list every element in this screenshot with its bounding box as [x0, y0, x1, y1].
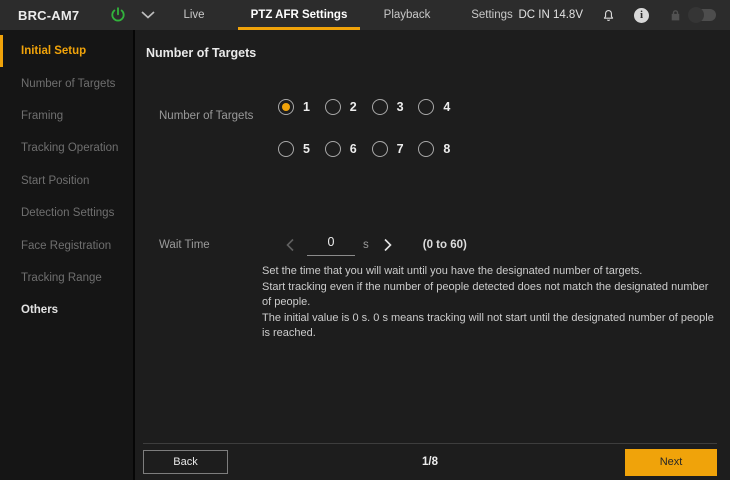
sidebar-item-start-position[interactable]: Start Position	[0, 165, 133, 197]
sidebar-item-others[interactable]: Others	[0, 294, 133, 326]
wait-time-stepper: 0 s (0 to 60)	[285, 232, 467, 258]
app-window: BRC-AM7 Live PTZ AFR Settings Playback Sett…	[0, 0, 730, 480]
section-title: Number of Targets	[146, 46, 257, 60]
toggle-knob	[688, 7, 704, 23]
radio-circle-icon	[371, 99, 388, 115]
number-of-targets-option-1[interactable]: 1	[278, 99, 325, 115]
nav-tabs: Live PTZ AFR Settings Playback Settings	[150, 0, 530, 30]
sidebar: Initial Setup Number of Targets Framing Tra…	[0, 30, 135, 480]
radio-option-label: 7	[396, 142, 404, 156]
radio-circle-icon	[371, 141, 388, 157]
radio-option-label: 2	[349, 100, 357, 114]
radio-option-label: 5	[303, 142, 310, 156]
sidebar-item-number-of-targets[interactable]: Number of Targets	[0, 67, 133, 99]
wait-time-range-note: (0 to 60)	[422, 239, 467, 251]
radio-option-label: 6	[349, 142, 357, 156]
description-line: Start tracking even if the number of peo…	[262, 280, 709, 309]
sidebar-item-tracking-operation[interactable]: Tracking Operation	[0, 132, 133, 164]
description-line: Set the time that you will wait until yo…	[262, 265, 643, 277]
device-name: BRC-AM7	[18, 7, 80, 23]
wait-time-label: Wait Time	[159, 239, 210, 251]
number-of-targets-label: Number of Targets	[159, 110, 254, 122]
sidebar-item-face-registration[interactable]: Face Registration	[0, 229, 133, 261]
radio-option-label: 8	[443, 142, 451, 156]
main-panel: Number of Targets Number of Targets 1 2 3 4…	[135, 30, 730, 480]
number-of-targets-option-6[interactable]: 6	[324, 141, 372, 157]
wait-time-value[interactable]: 0	[307, 235, 355, 256]
sidebar-item-initial-setup[interactable]: Initial Setup	[0, 35, 133, 68]
radio-circle-icon	[278, 141, 294, 157]
number-of-targets-option-5[interactable]: 5	[278, 141, 325, 157]
page-indicator: 1/8	[422, 456, 438, 468]
radio-option-label: 3	[396, 100, 404, 114]
lock-icon	[669, 8, 682, 22]
radio-circle-icon	[324, 141, 341, 157]
wait-time-description: Set the time that you will wait until yo…	[262, 264, 720, 342]
notifications-bell-icon[interactable]	[601, 7, 616, 23]
tab-live[interactable]: Live	[150, 0, 238, 30]
radio-circle-icon	[418, 99, 435, 115]
number-of-targets-option-4[interactable]: 4	[418, 99, 465, 115]
top-bar: BRC-AM7 Live PTZ AFR Settings Playback Sett…	[0, 0, 730, 30]
number-of-targets-option-8[interactable]: 8	[418, 141, 465, 157]
status-group: DC IN 14.8V i	[518, 0, 730, 30]
back-button[interactable]: Back	[143, 450, 228, 474]
next-button[interactable]: Next	[625, 448, 717, 476]
body-row: Initial Setup Number of Targets Framing Tra…	[0, 30, 730, 480]
radio-circle-icon	[278, 99, 294, 115]
number-of-targets-option-3[interactable]: 3	[371, 99, 419, 115]
number-of-targets-radio-group: 1 2 3 4 5 6 7 8	[278, 99, 465, 157]
info-icon[interactable]: i	[634, 7, 649, 23]
tab-ptz-afr-settings[interactable]: PTZ AFR Settings	[238, 0, 360, 30]
wait-time-unit: s	[363, 239, 369, 251]
number-of-targets-option-2[interactable]: 2	[324, 99, 372, 115]
wait-time-decrement-button[interactable]	[285, 238, 295, 252]
radio-circle-icon	[418, 141, 435, 157]
radio-option-label: 4	[443, 100, 451, 114]
power-icon[interactable]	[109, 6, 127, 24]
number-of-targets-option-7[interactable]: 7	[371, 141, 419, 157]
device-group: BRC-AM7	[0, 6, 155, 24]
lock-toggle[interactable]	[688, 7, 716, 23]
sidebar-item-framing[interactable]: Framing	[0, 100, 133, 132]
power-source-status: DC IN 14.8V	[518, 9, 583, 21]
radio-circle-icon	[324, 99, 341, 115]
wait-time-increment-button[interactable]	[383, 238, 393, 252]
tab-playback[interactable]: Playback	[360, 0, 454, 30]
footer-bar: Back 1/8 Next	[143, 443, 717, 480]
radio-option-label: 1	[303, 100, 310, 114]
sidebar-item-tracking-range[interactable]: Tracking Range	[0, 262, 133, 294]
sidebar-item-detection-settings[interactable]: Detection Settings	[0, 197, 133, 229]
description-line: The initial value is 0 s. 0 s means trac…	[262, 311, 714, 340]
